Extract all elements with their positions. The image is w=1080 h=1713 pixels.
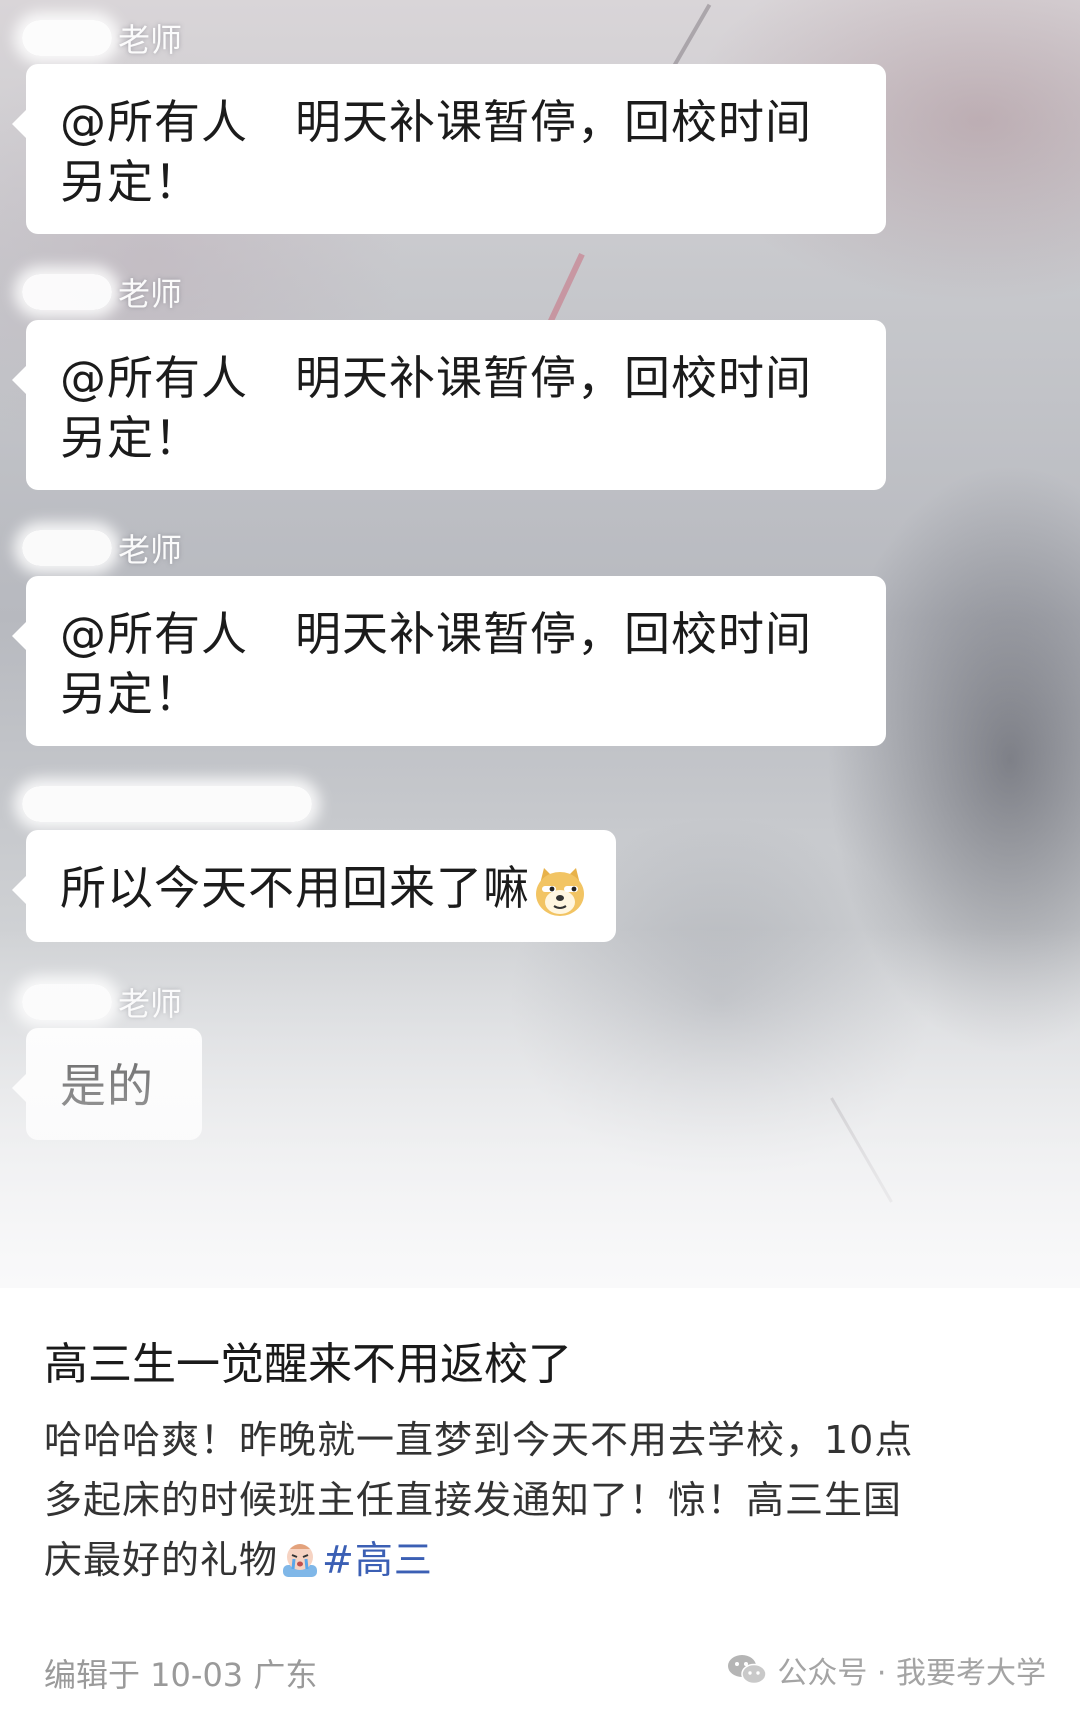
background-fade	[0, 928, 1080, 1288]
message-text: 另定！	[60, 155, 201, 209]
sender-name: 老师	[22, 270, 182, 314]
post-body-line: 多起床的时候班主任直接发通知了！惊！高三生国	[44, 1478, 903, 1522]
redacted-name	[22, 20, 112, 56]
post-body-text: 庆最好的礼物	[44, 1538, 279, 1582]
message-bubble[interactable]: @所有人 明天补课暂停，回校时间 另定！	[12, 320, 886, 490]
crying-emoji-icon	[280, 1536, 320, 1577]
post-title: 高三生一觉醒来不用返校了	[44, 1339, 572, 1390]
message-text: 另定！	[60, 411, 201, 465]
wechat-icon	[728, 1655, 768, 1685]
message-bubble[interactable]: @所有人 明天补课暂停，回校时间 另定！	[12, 64, 886, 234]
edit-meta: 编辑于 10-03 广东	[44, 1656, 318, 1694]
post-body: 哈哈哈爽！昨晚就一直梦到今天不用去学校，10点 多起床的时候班主任直接发通知了！…	[44, 1410, 1044, 1590]
hashtag-link[interactable]: #高三	[322, 1538, 433, 1582]
message-text: @所有人 明天补课暂停，回校时间	[60, 351, 812, 405]
redacted-name	[22, 274, 112, 310]
sender-name	[22, 782, 318, 826]
message-text: 另定！	[60, 667, 201, 721]
message-text: @所有人 明天补课暂停，回校时间	[60, 95, 812, 149]
post-card: 高三生一觉醒来不用返校了 哈哈哈爽！昨晚就一直梦到今天不用去学校，10点 多起床…	[0, 1288, 1080, 1713]
message-text: 所以今天不用回来了嘛	[60, 861, 530, 915]
post-body-line: 庆最好的礼物 #高三	[44, 1530, 1044, 1590]
sender-suffix: 老师	[118, 275, 183, 313]
doge-emoji-icon	[532, 864, 588, 920]
watermark-text: 公众号 · 我要考大学	[777, 1656, 1046, 1691]
message-text: @所有人 明天补课暂停，回校时间	[60, 607, 812, 661]
message-bubble[interactable]: @所有人 明天补课暂停，回校时间 另定！	[12, 576, 886, 746]
message-bubble[interactable]: 所以今天不用回来了嘛	[12, 830, 616, 942]
watermark: 公众号 · 我要考大学	[727, 1648, 1046, 1692]
post-body-line: 哈哈哈爽！昨晚就一直梦到今天不用去学校，10点	[44, 1418, 914, 1462]
sender-name: 老师	[22, 16, 182, 60]
sender-suffix: 老师	[118, 531, 183, 569]
redacted-name	[22, 786, 312, 822]
message-line: 所以今天不用回来了嘛	[60, 858, 584, 920]
sender-suffix: 老师	[118, 21, 183, 59]
sender-name: 老师	[22, 526, 182, 570]
redacted-name	[22, 530, 112, 566]
chat-screenshot: 老师 @所有人 明天补课暂停，回校时间 另定！ 老师 @所有人 明天补课暂停，回…	[0, 0, 1080, 1288]
